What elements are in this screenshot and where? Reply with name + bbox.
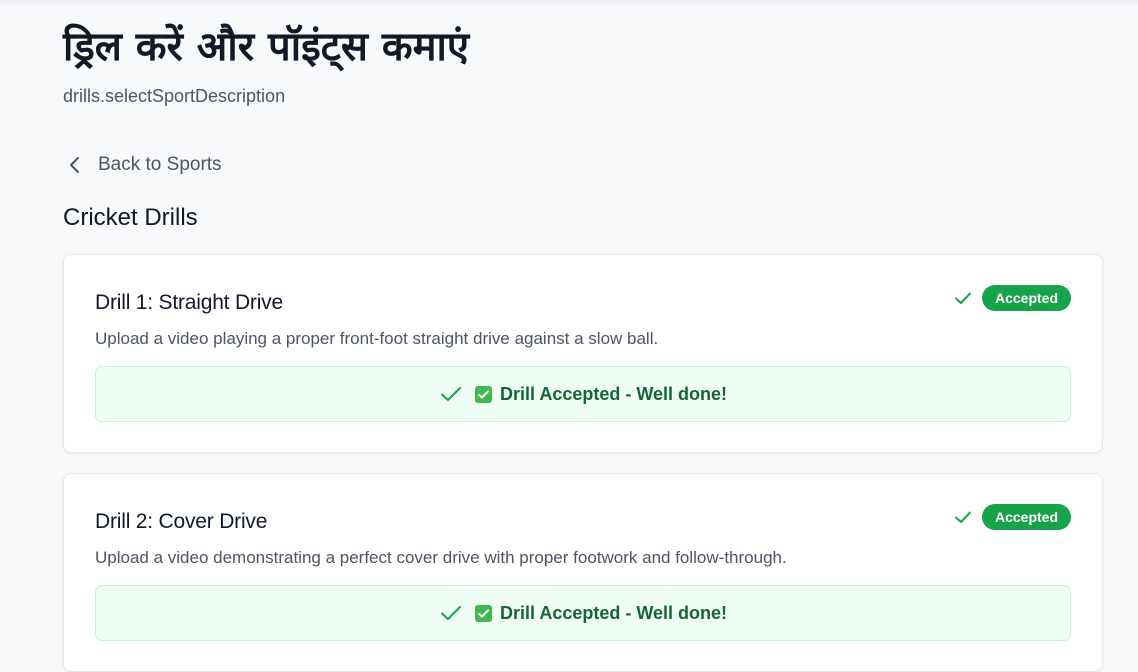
page-title: ड्रिल करें और पॉइंट्स कमाएं <box>63 24 469 70</box>
drill-status: Accepted <box>953 285 1071 311</box>
drill-card: Drill 2: Cover Drive Accepted Upload a v… <box>63 473 1103 672</box>
check-icon <box>439 601 463 625</box>
drill-card-header: Drill 1: Straight Drive Accepted <box>95 285 1071 321</box>
drill-status: Accepted <box>953 504 1071 530</box>
chevron-left-icon <box>63 153 87 177</box>
back-link-label: Back to Sports <box>98 154 222 175</box>
check-icon <box>953 507 973 527</box>
drill-description: Upload a video demonstrating a perfect c… <box>95 548 787 567</box>
check-icon <box>953 288 973 308</box>
drill-accepted-banner: Drill Accepted - Well done! <box>95 585 1071 641</box>
drill-accepted-banner: Drill Accepted - Well done! <box>95 366 1071 422</box>
drill-description: Upload a video playing a proper front-fo… <box>95 329 659 348</box>
drill-title: Drill 1: Straight Drive <box>95 291 283 314</box>
section-title: Cricket Drills <box>63 204 198 231</box>
check-mark-button-icon <box>474 604 492 622</box>
page-subtitle: drills.selectSportDescription <box>63 86 286 106</box>
drill-title: Drill 2: Cover Drive <box>95 510 268 533</box>
drill-card-header: Drill 2: Cover Drive Accepted <box>95 504 1071 540</box>
drill-accepted-message: Drill Accepted - Well done! <box>499 383 728 404</box>
back-to-sports-link[interactable]: Back to Sports <box>63 150 222 180</box>
top-bar-shadow <box>0 0 1138 6</box>
check-mark-button-icon <box>474 385 492 403</box>
drill-card: Drill 1: Straight Drive Accepted Upload … <box>63 254 1103 453</box>
status-badge: Accepted <box>981 285 1071 311</box>
check-icon <box>439 382 463 406</box>
drill-accepted-message: Drill Accepted - Well done! <box>499 602 728 623</box>
status-badge: Accepted <box>981 504 1071 530</box>
